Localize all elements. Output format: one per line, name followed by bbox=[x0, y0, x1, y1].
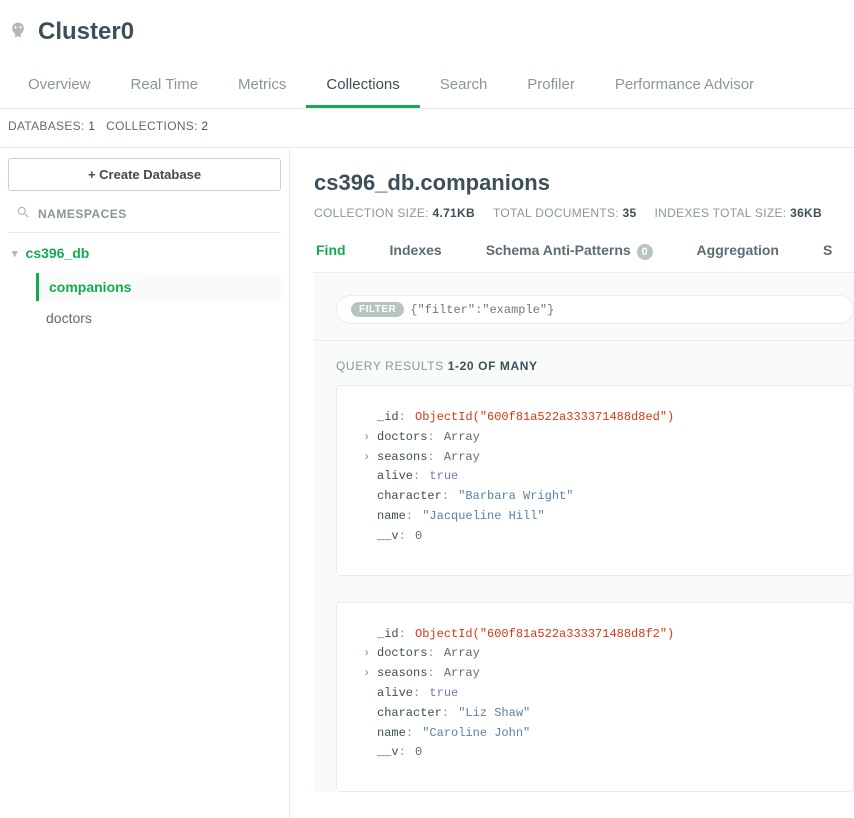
stats-bar: DATABASES: 1 COLLECTIONS: 2 bbox=[0, 109, 854, 147]
tab-realtime[interactable]: Real Time bbox=[111, 62, 219, 108]
tab-search[interactable]: Search bbox=[420, 62, 508, 108]
results-range: 1-20 OF MANY bbox=[448, 359, 538, 373]
content-area: cs396_db.companions COLLECTION SIZE: 4.7… bbox=[290, 148, 854, 818]
primary-tabs: Overview Real Time Metrics Collections S… bbox=[0, 62, 854, 109]
tab-metrics[interactable]: Metrics bbox=[218, 62, 306, 108]
tab-overview[interactable]: Overview bbox=[8, 62, 111, 108]
chevron-down-icon: ▾ bbox=[12, 247, 18, 260]
collection-title: cs396_db.companions bbox=[314, 162, 854, 206]
doc-field-id: ObjectId("600f81a522a333371488d8f2") bbox=[415, 627, 674, 641]
doc-field-seasons: Array bbox=[444, 450, 480, 464]
total-docs-label: TOTAL DOCUMENTS: bbox=[493, 206, 619, 220]
filter-input[interactable] bbox=[410, 303, 839, 317]
idx-size-label: INDEXES TOTAL SIZE: bbox=[654, 206, 786, 220]
namespaces-label: NAMESPACES bbox=[38, 207, 127, 221]
results-header: QUERY RESULTS 1-20 OF MANY bbox=[336, 359, 854, 385]
subtab-indexes[interactable]: Indexes bbox=[388, 236, 444, 272]
collection-stats: COLLECTION SIZE: 4.71KB TOTAL DOCUMENTS:… bbox=[314, 206, 854, 236]
search-icon bbox=[16, 205, 30, 222]
subtab-schema-anti[interactable]: Schema Anti-Patterns 0 bbox=[484, 236, 655, 272]
collections-count: 2 bbox=[201, 119, 208, 133]
create-database-button[interactable]: + Create Database bbox=[8, 158, 281, 191]
subtab-aggregation[interactable]: Aggregation bbox=[695, 236, 781, 272]
namespaces-search[interactable]: NAMESPACES bbox=[8, 195, 281, 233]
doc-field-doctors: Array bbox=[444, 646, 480, 660]
coll-size-value: 4.71KB bbox=[432, 206, 475, 220]
sidebar: + Create Database NAMESPACES ▾ cs396_db … bbox=[0, 148, 290, 818]
doc-field-id: ObjectId("600f81a522a333371488d8ed") bbox=[415, 410, 674, 424]
doc-field-alive: true bbox=[429, 686, 458, 700]
tab-profiler[interactable]: Profiler bbox=[507, 62, 595, 108]
doc-field-v: 0 bbox=[415, 745, 422, 759]
doc-field-seasons: Array bbox=[444, 666, 480, 680]
cluster-title: Cluster0 bbox=[38, 18, 134, 46]
total-docs-value: 35 bbox=[623, 206, 637, 220]
document-card[interactable]: _id: ObjectId("600f81a522a333371488d8ed"… bbox=[336, 385, 854, 576]
doc-field-name: "Jacqueline Hill" bbox=[422, 509, 544, 523]
schema-badge: 0 bbox=[637, 244, 653, 260]
document-card[interactable]: _id: ObjectId("600f81a522a333371488d8f2"… bbox=[336, 602, 854, 793]
doc-field-v: 0 bbox=[415, 529, 422, 543]
collection-item-doctors[interactable]: doctors bbox=[36, 304, 281, 332]
doc-field-character: "Liz Shaw" bbox=[458, 706, 530, 720]
subtab-truncated[interactable]: S bbox=[821, 236, 834, 272]
filter-pill[interactable]: FILTER bbox=[336, 295, 854, 324]
subtab-schema-label: Schema Anti-Patterns bbox=[486, 242, 631, 258]
collections-label: COLLECTIONS: bbox=[106, 119, 198, 133]
collection-subtabs: Find Indexes Schema Anti-Patterns 0 Aggr… bbox=[314, 236, 854, 273]
doc-field-doctors: Array bbox=[444, 430, 480, 444]
collection-item-companions[interactable]: companions bbox=[36, 273, 281, 301]
cluster-icon bbox=[8, 21, 28, 44]
results-label: QUERY RESULTS bbox=[336, 359, 444, 373]
doc-field-alive: true bbox=[429, 469, 458, 483]
databases-label: DATABASES: bbox=[8, 119, 85, 133]
db-node[interactable]: ▾ cs396_db bbox=[8, 233, 281, 269]
db-name: cs396_db bbox=[26, 245, 90, 261]
filter-badge: FILTER bbox=[351, 302, 404, 317]
idx-size-value: 36KB bbox=[790, 206, 822, 220]
subtab-find[interactable]: Find bbox=[314, 236, 348, 272]
filter-bar: FILTER bbox=[314, 273, 854, 341]
tab-perf-advisor[interactable]: Performance Advisor bbox=[595, 62, 774, 108]
coll-size-label: COLLECTION SIZE: bbox=[314, 206, 429, 220]
doc-field-name: "Caroline John" bbox=[422, 726, 530, 740]
databases-count: 1 bbox=[88, 119, 95, 133]
collection-list: companions doctors bbox=[8, 273, 281, 332]
results-area: QUERY RESULTS 1-20 OF MANY _id: ObjectId… bbox=[314, 341, 854, 792]
doc-field-character: "Barbara Wright" bbox=[458, 489, 573, 503]
tab-collections[interactable]: Collections bbox=[306, 62, 419, 108]
